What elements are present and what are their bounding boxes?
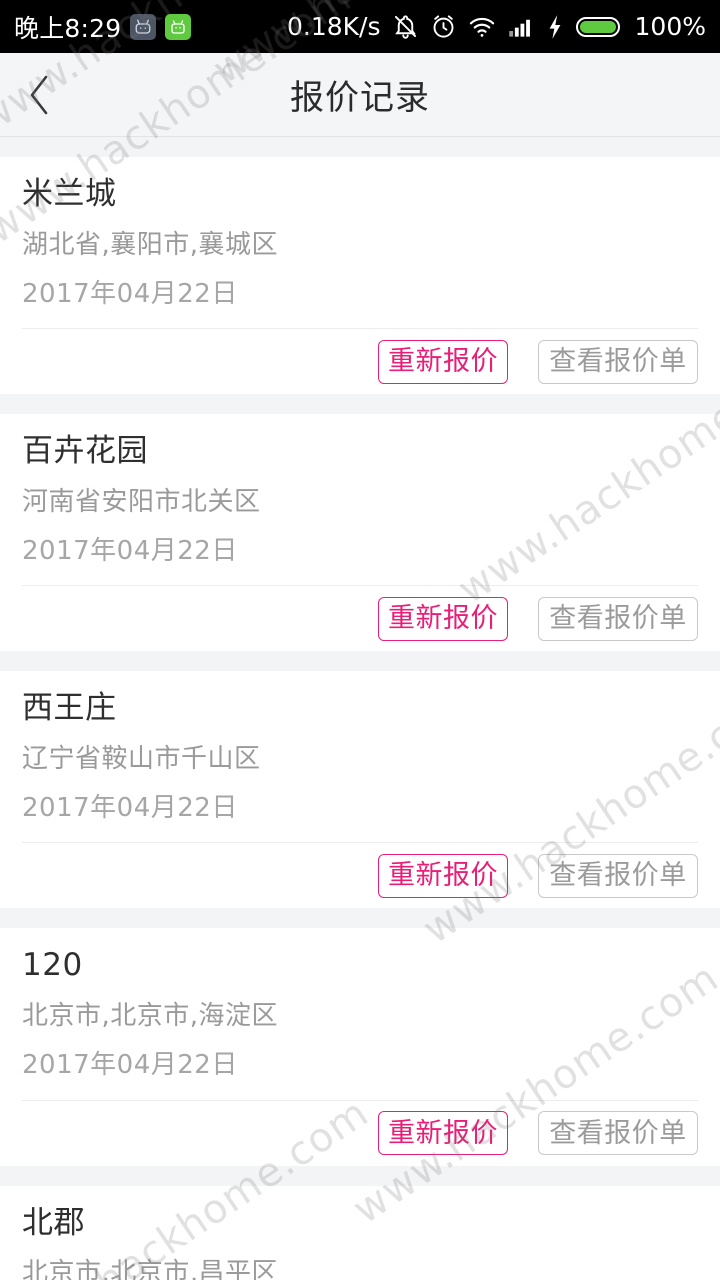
record-location: 河南省安阳市北关区 (22, 486, 261, 517)
quote-record-card[interactable]: 北郡北京市,北京市,昌平区2017年04月22日重新报价查看报价单 (0, 1185, 720, 1280)
quote-record-card[interactable]: 百卉花园河南省安阳市北关区 2017年04月22日重新报价 查看报价单 (0, 414, 720, 652)
quote-record-list: 米兰城 湖北省,襄阳市,襄城区 2017年04月22日 重新报价 查看报价单 百卉花园 河南… (0, 137, 720, 1280)
status-bar: 晚上8:29 0.18K/s 100% (0, 0, 720, 53)
requote-button[interactable]: 重新报价 (378, 853, 508, 898)
record-date: 2017年04月22日 (22, 278, 238, 309)
record-location: 湖北省,襄阳市,襄城区 (22, 229, 279, 260)
requote-button[interactable]: 重新报价 (378, 339, 508, 384)
record-location: 北京市,北京市,海淀区 (22, 1001, 279, 1032)
record-location: 辽宁省鞍山市千山区 (22, 744, 261, 774)
list-separator (0, 137, 720, 157)
card-action-bar: 重新报价 查看报价单 (22, 328, 698, 394)
list-separator (0, 394, 720, 415)
record-name: 米兰城 (22, 176, 117, 212)
app-screen: 晚上8:29 0.18K/s 100% 报价记录 米兰城 湖北省,襄阳市,襄城区… (0, 0, 720, 1280)
view-quote-button[interactable]: 查看报价单 (538, 1111, 698, 1155)
card-action-bar: 重新报价 查看报价单 (22, 1099, 698, 1166)
record-location: 北京市,北京市,昌平区 (22, 1258, 279, 1280)
quote-record-card[interactable]: 米兰城湖北省,襄阳市,襄城区 2017年04月22日重新报价 查看报价单 (0, 157, 720, 395)
quote-record-card[interactable]: 120 北京市,北京市,海淀区 2017年04月22日重新报价 查看报价单 (0, 928, 720, 1166)
back-button[interactable] (0, 53, 80, 136)
list-separator (0, 1165, 720, 1186)
list-separator (0, 651, 720, 672)
record-name: 百卉花园 (22, 433, 148, 470)
view-quote-button[interactable]: 查看报价单 (538, 596, 698, 641)
requote-button[interactable]: 重新报价 (378, 1111, 508, 1155)
status-bar-left: 晚上8:29 (14, 9, 192, 45)
battery-full-icon (575, 14, 624, 40)
alarm-clock-icon (430, 13, 457, 40)
lightning-bolt-icon (545, 14, 565, 40)
page-title: 报价记录 (290, 78, 430, 118)
record-name: 北郡 (22, 1204, 85, 1241)
battery-percent-text: 100% (634, 12, 706, 41)
card-action-bar: 重新报价 查看报价单 (22, 585, 698, 651)
status-clock: 晚上8:29 (14, 13, 122, 43)
requote-button[interactable]: 重新报价 (378, 596, 508, 641)
card-action-bar: 重新报价 查看报价单 (22, 842, 698, 908)
cellular-signal-icon (507, 13, 534, 40)
record-date: 2017年04月22日 (22, 536, 238, 567)
record-name: 120 (22, 947, 83, 984)
view-quote-button[interactable]: 查看报价单 (538, 339, 698, 384)
record-date: 2017年04月22日 (22, 1050, 238, 1081)
app-header: 报价记录 (0, 53, 720, 137)
view-quote-button[interactable]: 查看报价单 (538, 853, 698, 898)
bell-muted-icon (392, 13, 419, 40)
rabbit-app-icon (130, 13, 157, 40)
wifi-icon (468, 13, 496, 41)
chevron-left-icon (25, 72, 55, 118)
status-bar-right: 0.18K/s 100% (287, 12, 706, 41)
quote-record-card[interactable]: 西王庄辽宁省鞍山市千山区 2017年04月22日重新报价 查看报价单 (0, 671, 720, 909)
record-date: 2017年04月22日 (22, 793, 238, 824)
network-speed-text: 0.18K/s (287, 12, 381, 41)
list-separator (0, 908, 720, 929)
record-name: 西王庄 (22, 690, 117, 727)
android-robot-app-icon (165, 13, 192, 40)
